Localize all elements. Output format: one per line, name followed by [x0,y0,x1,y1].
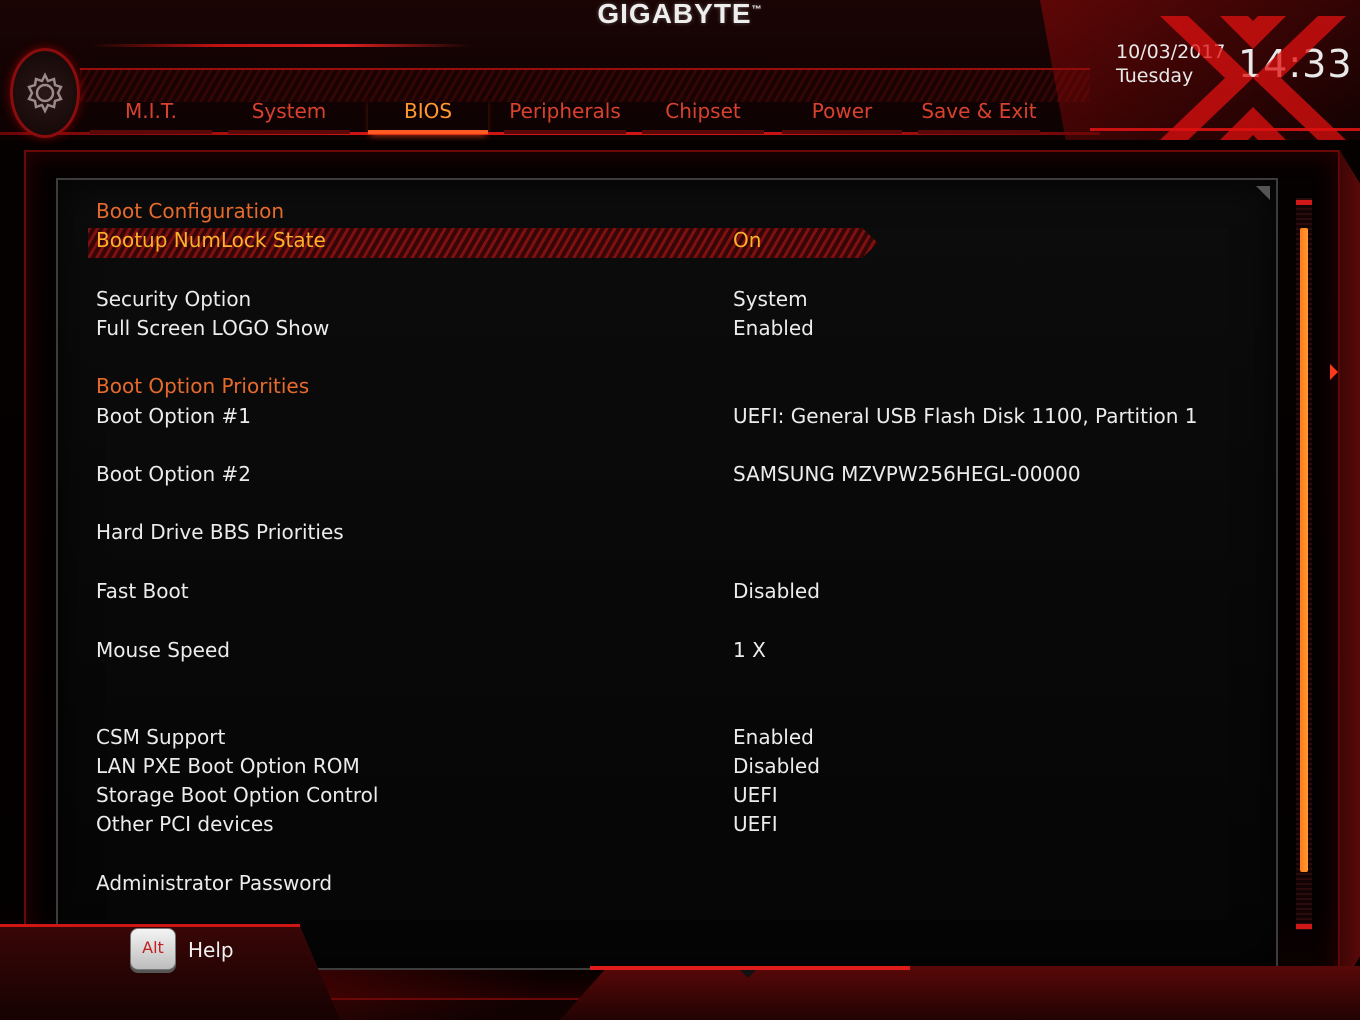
tab-peripherals[interactable]: Peripherals [504,96,626,134]
setting-fast-boot[interactable]: Fast Boot Disabled [96,577,1256,606]
date-text: 10/03/2017 [1116,41,1226,63]
setting-mouse-speed[interactable]: Mouse Speed 1 X [96,636,1256,665]
setting-value: Enabled [733,725,814,749]
setting-label: Bootup NumLock State [96,228,326,252]
setting-value: 1 X [733,638,766,662]
scrollbar-bottom-cap [1296,924,1312,929]
setting-csm-support[interactable]: CSM Support Enabled [96,723,1256,752]
tab-bios[interactable]: BIOS [368,96,488,134]
setting-lan-pxe[interactable]: LAN PXE Boot Option ROM Disabled [96,752,1256,781]
setting-label: Full Screen LOGO Show [96,316,330,340]
setting-value: SAMSUNG MZVPW256HEGL-00000 [733,462,1081,486]
header-right-line [1090,128,1360,131]
corner-decoration [1256,186,1270,200]
brand-logo-text: GIGABYTE [597,0,752,29]
main-tabs: M.I.T. System BIOS Peripherals Chipset P… [0,96,1100,136]
setting-value: UEFI: General USB Flash Disk 1100, Parti… [733,404,1198,428]
setting-admin-password[interactable]: Administrator Password [96,869,1256,898]
footer-down-arrow-icon [740,970,756,978]
setting-label: Fast Boot [96,579,189,603]
day-text: Tuesday [1116,65,1194,87]
trademark-mark: ™ [751,4,763,16]
setting-storage-boot[interactable]: Storage Boot Option Control UEFI [96,781,1256,810]
setting-label: Boot Option #1 [96,404,251,428]
setting-label: Security Option [96,287,252,311]
tab-system[interactable]: System [228,96,350,134]
section-boot-option-priorities: Boot Option Priorities [96,374,310,398]
footer-left-line [0,924,300,927]
setting-full-screen-logo[interactable]: Full Screen LOGO Show Enabled [96,314,1256,343]
setting-label: Administrator Password [96,871,333,895]
setting-bootup-numlock[interactable]: Bootup NumLock State On [96,226,1256,255]
setting-value: Enabled [733,316,814,340]
setting-value: Disabled [733,579,820,603]
setting-label: Other PCI devices [96,812,274,836]
setting-boot-option-1[interactable]: Boot Option #1 UEFI: General USB Flash D… [96,402,1256,431]
setting-other-pci[interactable]: Other PCI devices UEFI [96,810,1256,839]
tab-chipset[interactable]: Chipset [642,96,764,134]
header-accent-line [90,44,470,47]
setting-label: Mouse Speed [96,638,230,662]
scrollbar-thumb[interactable] [1300,228,1308,872]
setting-label: LAN PXE Boot Option ROM [96,754,360,778]
brand-logo: GIGABYTE™ [0,0,1360,30]
setting-value: On [733,228,762,252]
setting-value: UEFI [733,783,778,807]
setting-value: Disabled [733,754,820,778]
tab-mit[interactable]: M.I.T. [90,96,212,134]
setting-boot-option-2[interactable]: Boot Option #2 SAMSUNG MZVPW256HEGL-0000… [96,460,1256,489]
tab-save-exit[interactable]: Save & Exit [918,96,1040,134]
date-display: 10/03/2017 Tuesday [1116,40,1226,88]
setting-label: Boot Option #2 [96,462,251,486]
footer-mid-panel [560,966,1360,1020]
help-button[interactable]: Help [188,938,234,962]
setting-value: System [733,287,808,311]
clock-display: 14:33 [1238,42,1353,86]
expand-arrow-icon[interactable] [1330,364,1338,380]
setting-label: CSM Support [96,725,226,749]
setting-label: Hard Drive BBS Priorities [96,520,344,544]
section-boot-configuration: Boot Configuration [96,199,285,223]
setting-label: Storage Boot Option Control [96,783,379,807]
tab-power[interactable]: Power [782,96,902,134]
setting-security-option[interactable]: Security Option System [96,285,1256,314]
scrollbar-top-cap [1296,200,1312,205]
setting-value: UEFI [733,812,778,836]
alt-key-button[interactable]: Alt [130,928,176,970]
setting-hard-drive-bbs[interactable]: Hard Drive BBS Priorities [96,518,1256,547]
bios-screen: GIGABYTE™ M.I.T. System BIOS Peripherals… [0,0,1360,1020]
